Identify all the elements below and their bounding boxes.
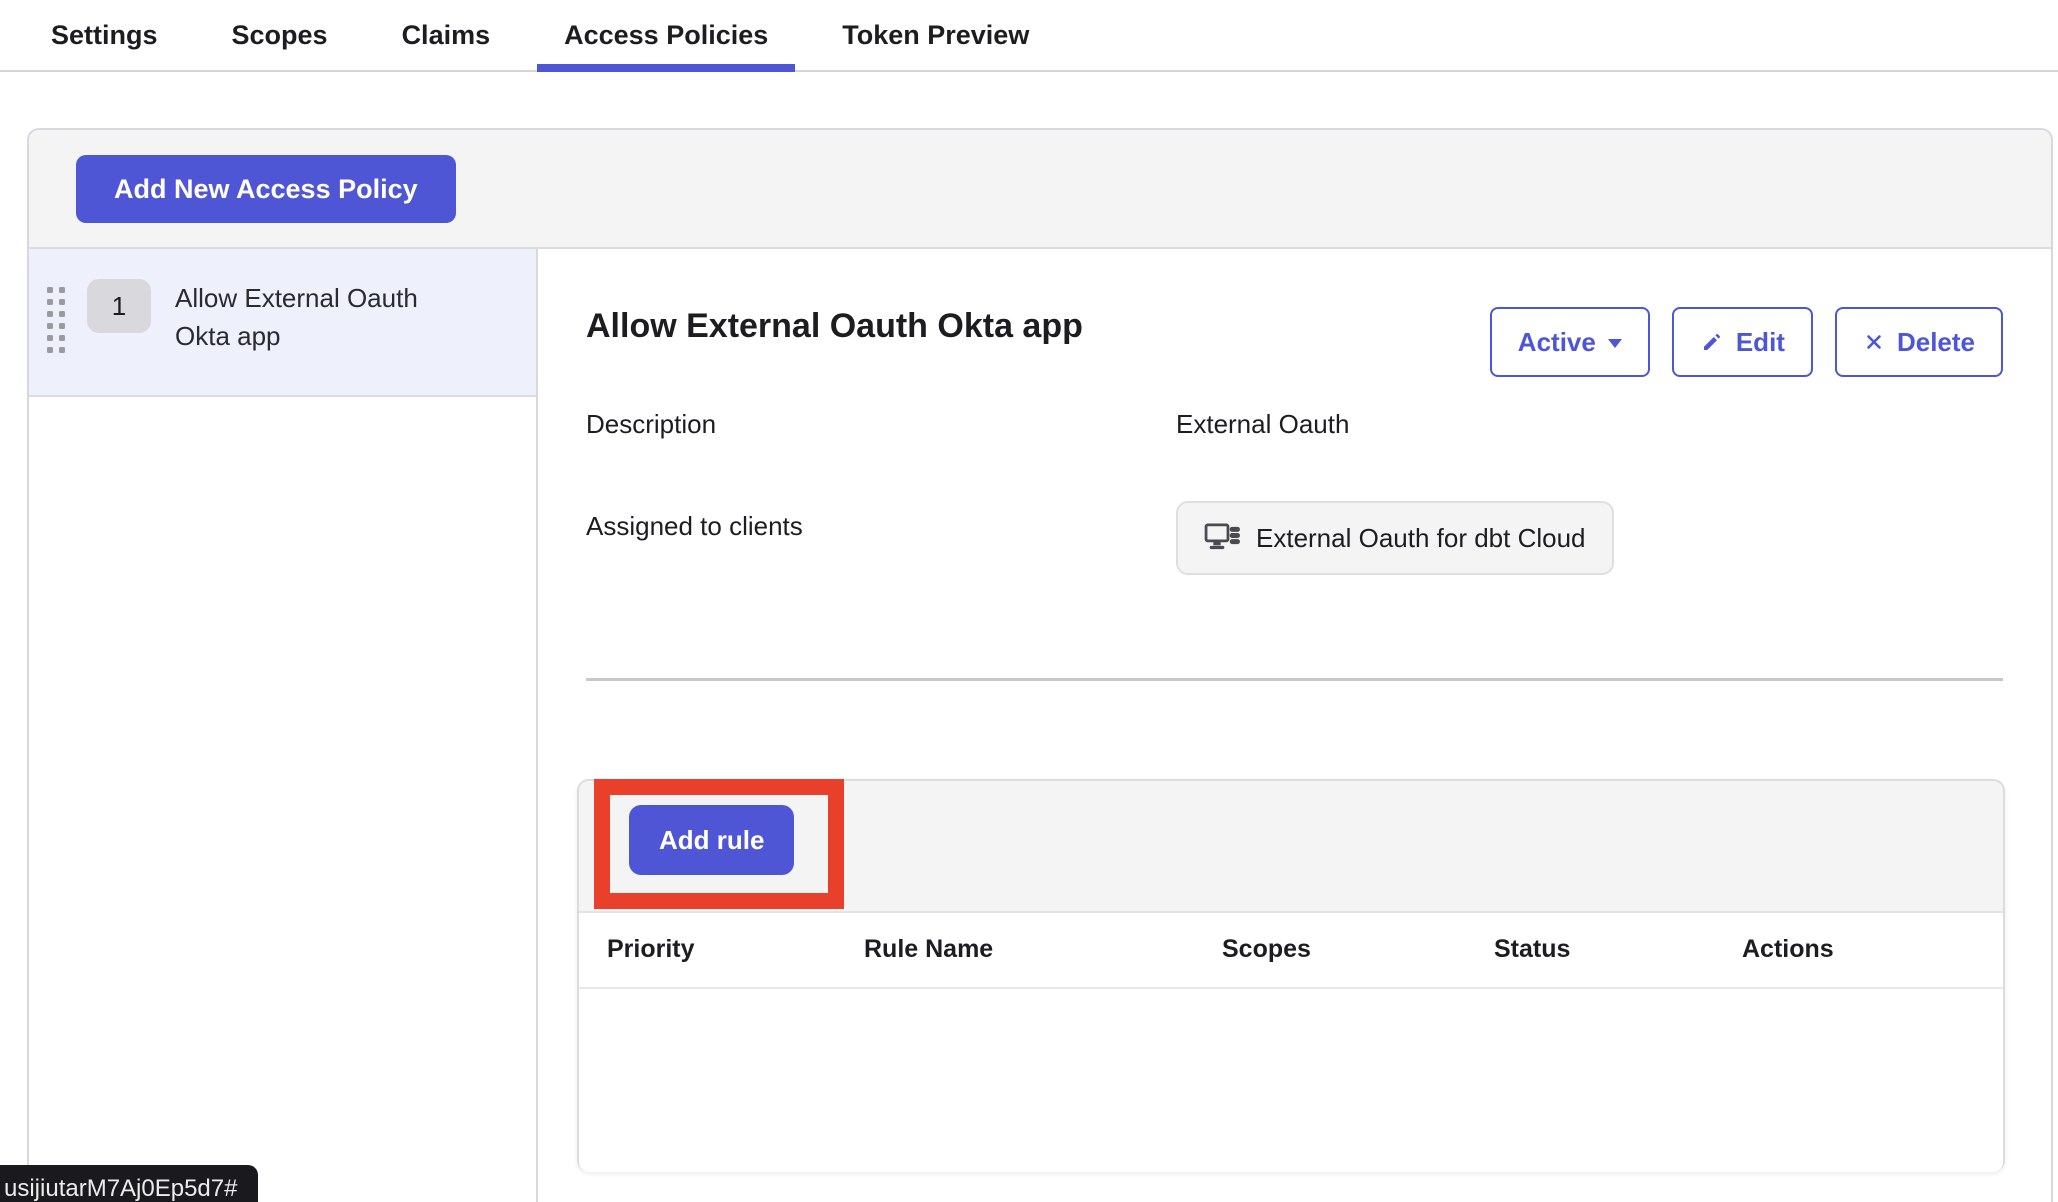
oauth-server-admin-page: Settings Scopes Claims Access Policies T… bbox=[0, 0, 2058, 1202]
rules-panel: Add rule Priority Rule Name Scopes Statu… bbox=[577, 779, 2005, 1172]
rules-table-body-empty bbox=[579, 989, 2003, 1172]
assigned-to-clients-label: Assigned to clients bbox=[586, 511, 803, 542]
status-dropdown-button[interactable]: Active bbox=[1490, 307, 1650, 377]
chevron-down-icon bbox=[1608, 339, 1622, 348]
column-header-rule-name: Rule Name bbox=[864, 935, 993, 964]
description-label: Description bbox=[586, 409, 716, 440]
rules-panel-header: Add rule bbox=[579, 781, 2003, 913]
panel-body: 1 Allow External Oauth Okta app Allow Ex… bbox=[29, 249, 2051, 1202]
policy-priority-badge: 1 bbox=[87, 279, 151, 333]
drag-handle-icon[interactable] bbox=[47, 287, 65, 353]
panel-header: Add New Access Policy bbox=[29, 130, 2051, 249]
assigned-client-name: External Oauth for dbt Cloud bbox=[1256, 523, 1586, 554]
delete-button-label: Delete bbox=[1897, 327, 1975, 358]
client-app-icon bbox=[1204, 521, 1242, 555]
tab-token-preview[interactable]: Token Preview bbox=[815, 0, 1056, 70]
pencil-icon bbox=[1700, 330, 1724, 354]
browser-link-preview: usijiutarM7Aj0Ep5d7# bbox=[0, 1165, 258, 1202]
tab-access-policies[interactable]: Access Policies bbox=[537, 0, 795, 70]
description-value: External Oauth bbox=[1176, 409, 1349, 440]
column-header-status: Status bbox=[1494, 935, 1570, 964]
column-header-priority: Priority bbox=[607, 935, 695, 964]
status-dropdown-label: Active bbox=[1518, 327, 1596, 358]
add-new-access-policy-button[interactable]: Add New Access Policy bbox=[76, 155, 456, 223]
policy-action-buttons: Active Edit Delete bbox=[1490, 307, 2003, 377]
edit-button[interactable]: Edit bbox=[1672, 307, 1813, 377]
delete-button[interactable]: Delete bbox=[1835, 307, 2003, 377]
rules-table-header: Priority Rule Name Scopes Status Actions bbox=[579, 913, 2003, 989]
add-rule-button[interactable]: Add rule bbox=[629, 805, 794, 875]
tab-claims[interactable]: Claims bbox=[375, 0, 518, 70]
close-icon bbox=[1863, 331, 1885, 353]
policy-name-label: Allow External Oauth Okta app bbox=[175, 279, 475, 355]
policy-list: 1 Allow External Oauth Okta app bbox=[29, 249, 538, 1202]
edit-button-label: Edit bbox=[1736, 327, 1785, 358]
section-divider bbox=[586, 678, 2003, 681]
tab-settings[interactable]: Settings bbox=[24, 0, 185, 70]
policy-title: Allow External Oauth Okta app bbox=[586, 307, 1083, 346]
policy-detail: Allow External Oauth Okta app Active Edi… bbox=[538, 249, 2051, 1202]
column-header-scopes: Scopes bbox=[1222, 935, 1311, 964]
policy-list-item[interactable]: 1 Allow External Oauth Okta app bbox=[29, 249, 536, 397]
column-header-actions: Actions bbox=[1742, 935, 1834, 964]
access-policies-panel: Add New Access Policy 1 Allow External O… bbox=[27, 128, 2053, 1202]
tab-bar: Settings Scopes Claims Access Policies T… bbox=[0, 0, 2058, 72]
tab-scopes[interactable]: Scopes bbox=[205, 0, 355, 70]
assigned-client-chip[interactable]: External Oauth for dbt Cloud bbox=[1176, 501, 1614, 575]
